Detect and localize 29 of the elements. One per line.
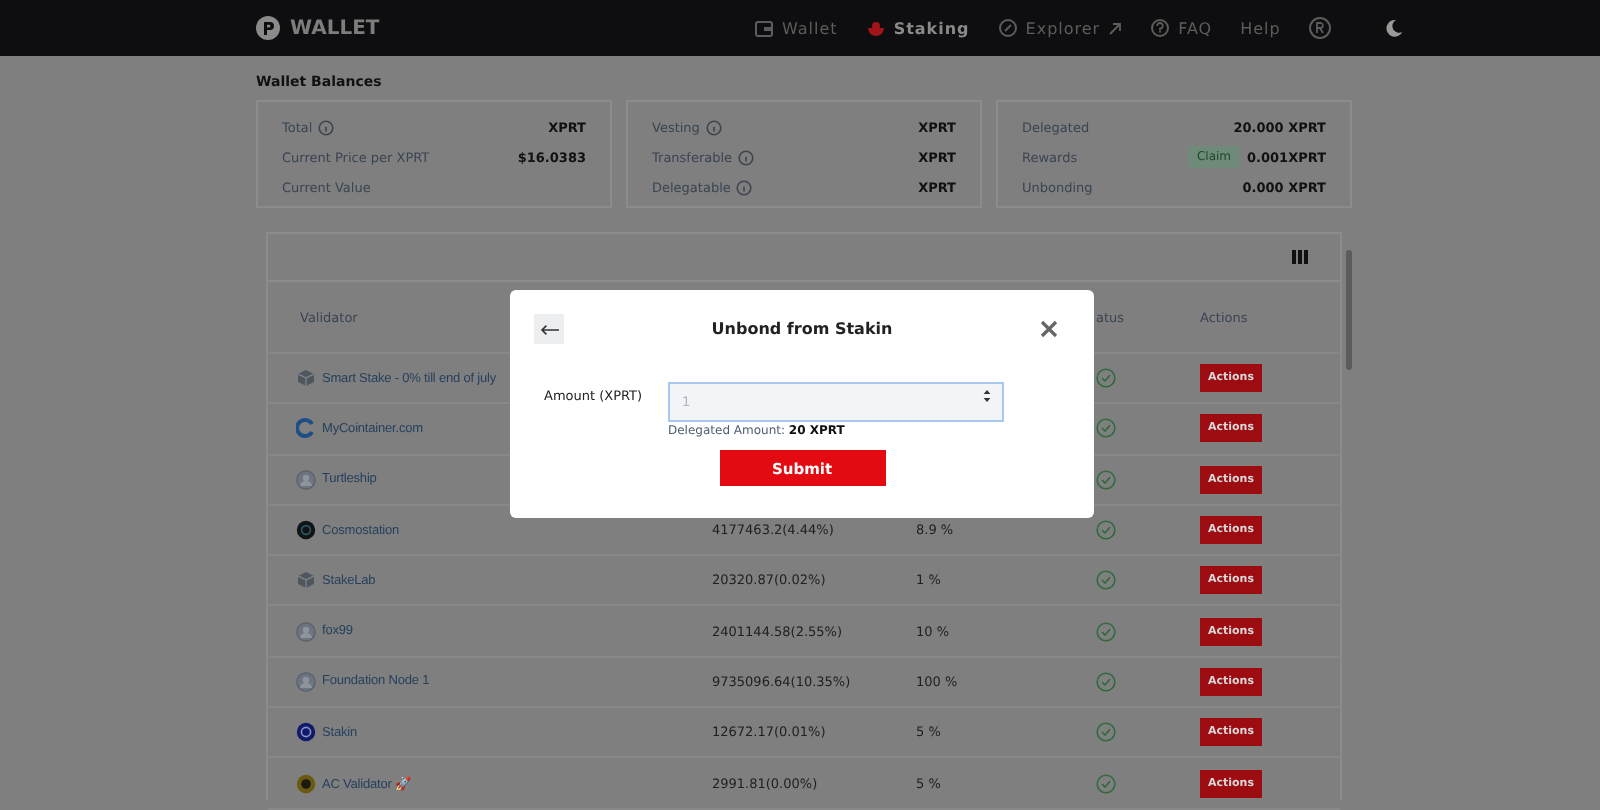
nav-link[interactable]: Help bbox=[1240, 19, 1281, 37]
nav-link[interactable]: Staking bbox=[865, 18, 970, 38]
back-button[interactable] bbox=[534, 314, 564, 344]
brand-name: WALLET bbox=[290, 17, 380, 39]
logo-icon bbox=[296, 722, 316, 743]
nav-link[interactable]: Explorer bbox=[997, 18, 1123, 38]
close-button[interactable] bbox=[1040, 320, 1058, 338]
close-icon bbox=[1040, 320, 1058, 338]
scrollbar[interactable] bbox=[1346, 250, 1352, 370]
modal-title: Unbond from Stakin bbox=[711, 320, 893, 338]
nav-link[interactable]: FAQ bbox=[1150, 18, 1213, 38]
columns-icon[interactable] bbox=[1292, 250, 1308, 264]
help-icon bbox=[1150, 18, 1171, 38]
bowl-icon bbox=[865, 18, 886, 38]
avatar-icon bbox=[296, 621, 316, 642]
spinner-icon[interactable] bbox=[982, 388, 992, 404]
moon-icon[interactable] bbox=[1384, 18, 1405, 38]
wallet-icon bbox=[754, 18, 774, 38]
logo-icon bbox=[296, 520, 316, 541]
logo-icon bbox=[296, 418, 316, 439]
avatar-icon bbox=[296, 671, 316, 692]
logo-icon bbox=[296, 773, 316, 794]
account-icon[interactable] bbox=[1308, 16, 1333, 40]
cube-icon bbox=[296, 368, 316, 389]
logo-icon bbox=[256, 16, 280, 40]
nav-link[interactable]: Wallet bbox=[754, 18, 838, 38]
avatar-icon bbox=[296, 469, 316, 490]
back-arrow-icon bbox=[539, 323, 559, 335]
cube-icon bbox=[296, 570, 316, 591]
